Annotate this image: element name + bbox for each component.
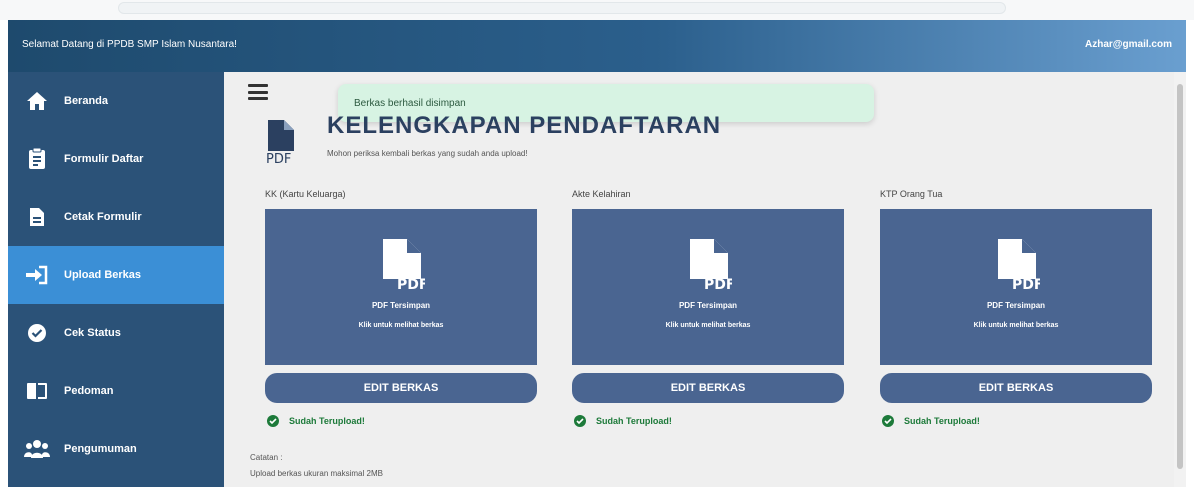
upload-status-text: Sudah Terupload! — [904, 416, 980, 426]
svg-text:PDF: PDF — [397, 277, 425, 291]
pdf-icon: PDF — [264, 119, 308, 167]
upload-status-text: Sudah Terupload! — [289, 416, 365, 426]
pdf-stored-text: PDF Tersimpan — [986, 301, 1046, 310]
sidebar-item-label: Cek Status — [64, 327, 121, 339]
check-circle-icon — [574, 415, 586, 427]
sidebar-item-pedoman[interactable]: Pedoman — [8, 362, 224, 420]
pdf-file-icon: PDF — [690, 239, 732, 291]
home-icon — [24, 88, 50, 114]
page-title: KELENGKAPAN PENDAFTARAN — [327, 112, 722, 138]
edit-berkas-button[interactable]: EDIT BERKAS — [880, 373, 1152, 403]
pdf-stored-text: PDF Tersimpan — [678, 301, 738, 310]
sidebar-item-label: Cetak Formulir — [64, 211, 142, 223]
pdf-preview[interactable]: PDF PDF Tersimpan Klik untuk melihat ber… — [572, 209, 844, 365]
svg-text:PDF: PDF — [266, 152, 291, 165]
view-hint-text: Klik untuk melihat berkas — [358, 322, 444, 329]
sidebar-item-label: Pedoman — [64, 385, 114, 397]
check-circle-icon — [24, 320, 50, 346]
sidebar-item-label: Formulir Daftar — [64, 153, 144, 165]
document-label: Akte Kelahiran — [572, 189, 631, 199]
sidebar-item-upload-berkas[interactable]: Upload Berkas — [8, 246, 224, 304]
main-content: Berkas berhasil disimpan PDF KELENGKAPAN… — [224, 72, 1186, 487]
pdf-stored-text: PDF Tersimpan — [371, 301, 431, 310]
upload-status: Sudah Terupload! — [267, 415, 539, 427]
sidebar-item-label: Upload Berkas — [64, 269, 142, 281]
sidebar-item-cek-status[interactable]: Cek Status — [8, 304, 224, 362]
notes-heading: Catatan : — [250, 453, 283, 462]
pdf-file-icon: PDF — [998, 239, 1040, 291]
users-icon — [24, 436, 50, 462]
welcome-text: Selamat Datang di PPDB SMP Islam Nusanta… — [22, 39, 237, 50]
pdf-preview[interactable]: PDF PDF Tersimpan Klik untuk melihat ber… — [265, 209, 537, 365]
sidebar-item-pengumuman[interactable]: Pengumuman — [8, 420, 224, 478]
check-circle-icon — [882, 415, 894, 427]
form-icon — [24, 146, 50, 172]
svg-text:PDF: PDF — [704, 277, 732, 291]
toast-message: Berkas berhasil disimpan — [354, 98, 466, 109]
svg-text:PDF: PDF — [1012, 277, 1040, 291]
top-bar: Selamat Datang di PPDB SMP Islam Nusanta… — [8, 20, 1186, 72]
sidebar-item-beranda[interactable]: Beranda — [8, 72, 224, 130]
notes-line: Upload berkas ukuran maksimal 2MB — [250, 469, 383, 478]
app-frame: Selamat Datang di PPDB SMP Islam Nusanta… — [8, 20, 1186, 487]
upload-status: Sudah Terupload! — [882, 415, 1154, 427]
book-icon — [24, 378, 50, 404]
upload-status-text: Sudah Terupload! — [596, 416, 672, 426]
view-hint-text: Klik untuk melihat berkas — [973, 322, 1059, 329]
edit-berkas-button[interactable]: EDIT BERKAS — [265, 373, 537, 403]
document-label: KTP Orang Tua — [880, 189, 943, 199]
address-bar[interactable] — [118, 2, 1006, 14]
upload-status: Sudah Terupload! — [574, 415, 846, 427]
check-circle-icon — [267, 415, 279, 427]
document-card: Akte Kelahiran PDF PDF Tersimpan Klik un… — [572, 183, 846, 427]
document-label: KK (Kartu Keluarga) — [265, 189, 346, 199]
sidebar-item-formulir-daftar[interactable]: Formulir Daftar — [8, 130, 224, 188]
sidebar: Beranda Formulir Daftar Cetak Formulir U… — [8, 72, 224, 487]
sidebar-item-label: Pengumuman — [64, 443, 137, 455]
page-subtitle: Mohon periksa kembali berkas yang sudah … — [327, 149, 528, 158]
scrollbar-thumb[interactable] — [1177, 84, 1183, 469]
menu-toggle-icon[interactable] — [248, 84, 268, 100]
scrollbar[interactable] — [1174, 72, 1186, 487]
edit-berkas-button[interactable]: EDIT BERKAS — [572, 373, 844, 403]
document-card: KK (Kartu Keluarga) PDF PDF Tersimpan Kl… — [265, 183, 539, 427]
browser-strip — [0, 0, 1194, 20]
user-email[interactable]: Azhar@gmail.com — [1085, 39, 1172, 50]
view-hint-text: Klik untuk melihat berkas — [665, 322, 751, 329]
sidebar-item-cetak-formulir[interactable]: Cetak Formulir — [8, 188, 224, 246]
pdf-preview[interactable]: PDF PDF Tersimpan Klik untuk melihat ber… — [880, 209, 1152, 365]
pdf-file-icon: PDF — [383, 239, 425, 291]
sign-in-icon — [24, 262, 50, 288]
document-icon — [24, 204, 50, 230]
notes: Catatan : Upload berkas ukuran maksimal … — [250, 450, 383, 482]
document-card: KTP Orang Tua PDF PDF Tersimpan Klik unt… — [880, 183, 1154, 427]
sidebar-item-label: Beranda — [64, 95, 109, 107]
